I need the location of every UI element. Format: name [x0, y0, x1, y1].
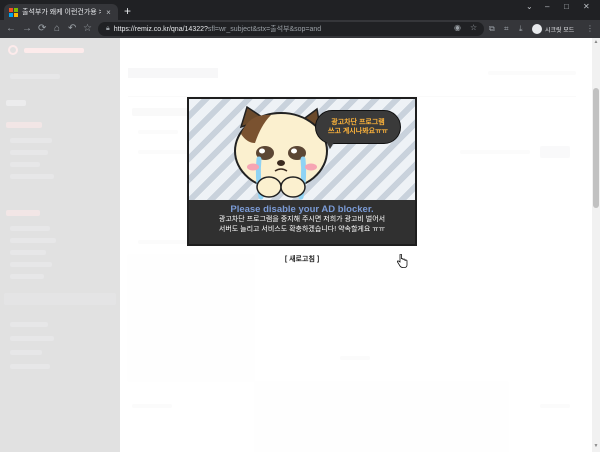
undo-icon[interactable]: ↶: [68, 23, 76, 35]
maximize-button[interactable]: □: [564, 2, 569, 11]
profile-button[interactable]: 시크릿 모드: [532, 24, 574, 34]
menu-icon[interactable]: ⋮: [586, 23, 594, 35]
address-bar[interactable]: 🔒︎ https://remiz.co.kr/qna/14322?sfl=wr_…: [98, 22, 484, 36]
extensions-icon[interactable]: ⧉: [489, 23, 495, 35]
back-icon[interactable]: ←: [6, 23, 16, 35]
bookmark-star-icon[interactable]: ☆: [83, 23, 92, 35]
active-tab[interactable]: 출석부가 왜케 이런건가용 > 질문 ×: [4, 4, 118, 20]
new-tab-button[interactable]: +: [124, 5, 131, 17]
tab-title: 출석부가 왜케 이런건가용 > 질문: [22, 9, 101, 16]
crying-cat-illustration: 광고차단 프로그램 쓰고 계시나봐요ㅠㅠ: [189, 99, 415, 200]
speech-line-1: 광고차단 프로그램: [331, 119, 385, 126]
crop-icon[interactable]: ⌗: [504, 23, 509, 35]
home-icon[interactable]: ⌂: [54, 23, 60, 35]
profile-label: 시크릿 모드: [545, 27, 575, 34]
browser-window: 출석부가 왜케 이런건가용 > 질문 × + ⌄ – □ ✕ ← → ⟳ ⌂ ↶…: [0, 0, 600, 452]
url-query: sfl=wr_subject&stx=출석부&sop=and: [207, 26, 322, 33]
browser-toolbar: ← → ⟳ ⌂ ↶ ☆ 🔒︎ https://remiz.co.kr/qna/1…: [0, 20, 600, 38]
tab-search-icon[interactable]: ⌄: [526, 2, 533, 11]
adblock-modal: 광고차단 프로그램 쓰고 계시나봐요ㅠㅠ Please disable your…: [187, 97, 417, 246]
scroll-up-icon[interactable]: ▲: [593, 39, 599, 45]
minimize-button[interactable]: –: [545, 2, 549, 11]
site-favicon-icon: [9, 7, 18, 17]
tab-strip: 출석부가 왜케 이런건가용 > 질문 × + ⌄ – □ ✕: [0, 0, 600, 20]
close-window-button[interactable]: ✕: [583, 2, 590, 11]
speech-line-2: 쓰고 계시나봐요ㅠㅠ: [328, 128, 388, 135]
bookmark-page-icon[interactable]: ☆: [470, 23, 477, 32]
adblock-headline: Please disable your AD blocker.: [230, 204, 374, 215]
speech-bubble-tail: [325, 139, 336, 149]
download-icon[interactable]: ⤓: [519, 23, 523, 35]
adblock-body-line-1: 광고차단 프로그램을 중지해 주시면 저희가 광고비 벌어서: [218, 216, 386, 223]
tab-close-icon[interactable]: ×: [104, 8, 113, 17]
scroll-thumb[interactable]: [593, 88, 599, 208]
url-host: https://remiz.co.kr/qna/14322?: [113, 26, 208, 33]
refresh-link[interactable]: [ 새로고침 ]: [270, 254, 334, 264]
incognito-avatar-icon: [532, 24, 542, 34]
hand-cursor-icon: [396, 254, 408, 268]
forward-icon[interactable]: →: [22, 23, 32, 35]
incognito-eye-icon[interactable]: ◉: [454, 23, 461, 32]
lock-icon[interactable]: 🔒︎: [106, 25, 110, 33]
modal-message: Please disable your AD blocker. 광고차단 프로그…: [189, 200, 415, 244]
page-scrollbar[interactable]: ▲ ▼: [592, 38, 600, 452]
reload-icon[interactable]: ⟳: [38, 23, 46, 35]
url-text: https://remiz.co.kr/qna/14322?sfl=wr_sub…: [114, 24, 321, 34]
adblock-body-line-2: 서버도 늘리고 서비스도 확충하겠습니다! 약속할게요 ㅠㅠ: [218, 225, 386, 233]
scroll-down-icon[interactable]: ▼: [593, 443, 599, 449]
